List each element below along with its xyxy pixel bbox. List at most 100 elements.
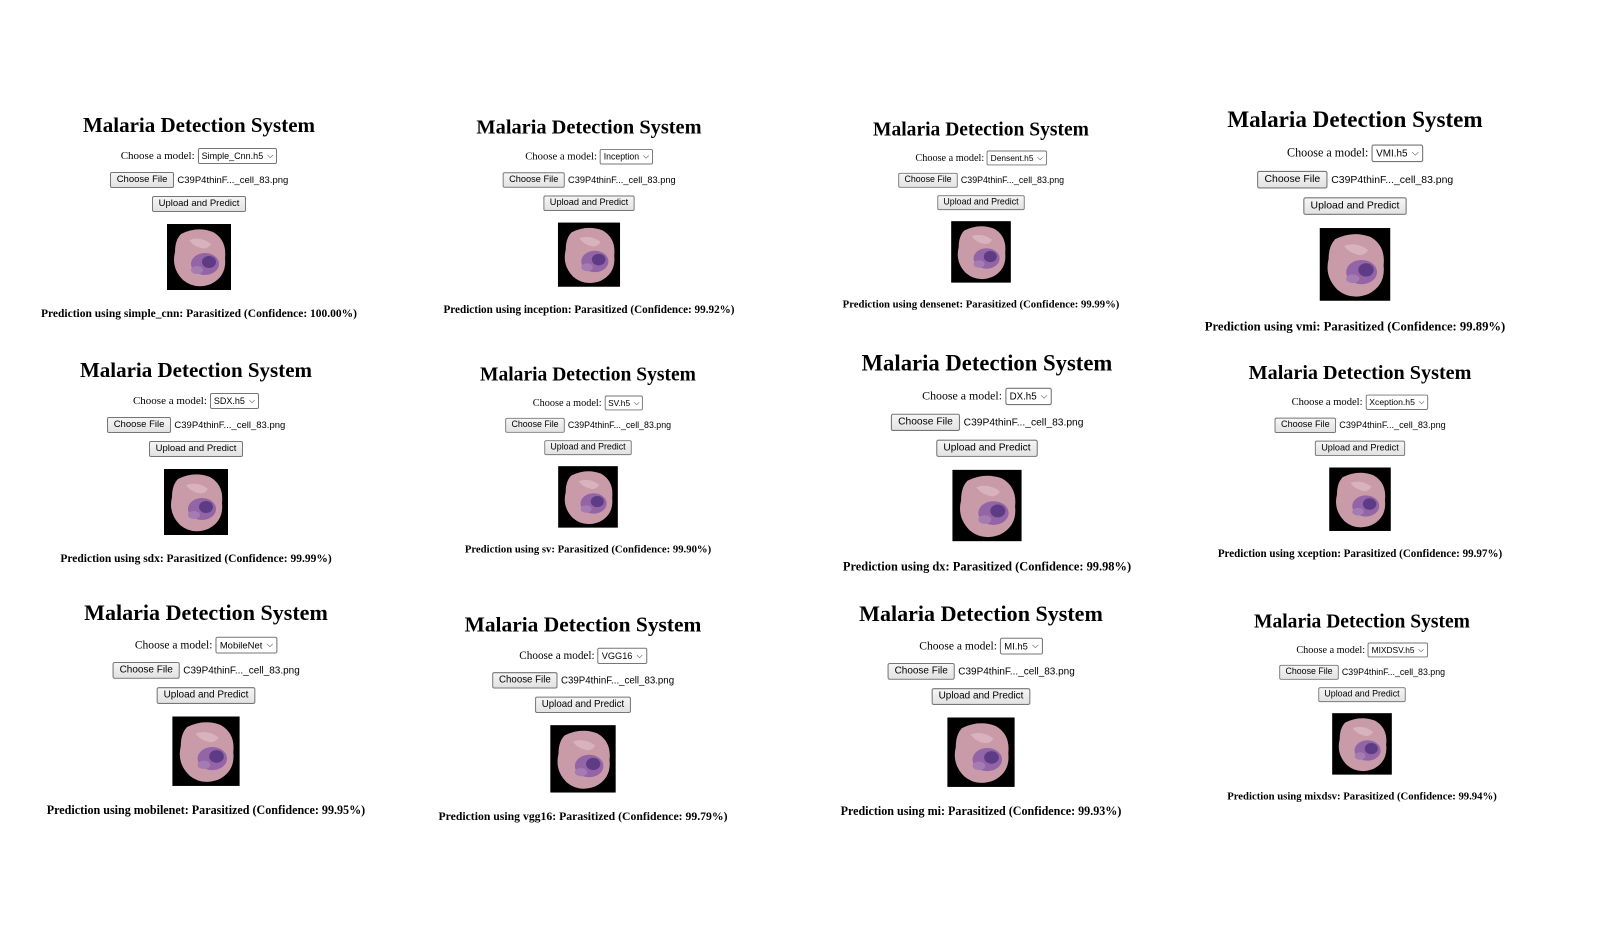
- file-name: C39P4thinF..._cell_83.png: [568, 174, 676, 186]
- model-select-row: Choose a model: SDX.h5 ⌵: [132, 393, 260, 409]
- choose-file-button[interactable]: Choose File: [502, 172, 566, 188]
- prediction-result: Prediction using xception: Parasitized (…: [1217, 548, 1503, 560]
- model-label: Choose a model:: [919, 639, 997, 653]
- page-title: Malaria Detection System: [873, 118, 1089, 141]
- model-label: Choose a model:: [1296, 644, 1366, 656]
- model-select-row: Choose a model: VMI.h5 ⌵: [1287, 144, 1423, 163]
- cell-image: [1329, 467, 1391, 531]
- malaria-app-panel: Malaria Detection System Choose a model:…: [0, 113, 399, 320]
- file-input-row: Choose File C39P4thinF..._cell_83.png: [890, 413, 1083, 431]
- prediction-result: Prediction using simple_cnn: Parasitized…: [40, 308, 358, 320]
- model-select[interactable]: Simple_Cnn.h5 ⌵: [197, 148, 278, 164]
- upload-and-predict-button[interactable]: Upload and Predict: [543, 440, 633, 456]
- file-name: C39P4thinF..._cell_83.png: [560, 674, 675, 686]
- upload-and-predict-button[interactable]: Upload and Predict: [1302, 197, 1408, 215]
- model-label: Choose a model:: [922, 389, 1003, 403]
- prediction-result: Prediction using mixdsv: Parasitized (Co…: [1227, 791, 1497, 803]
- upload-and-predict-button[interactable]: Upload and Predict: [935, 439, 1039, 457]
- file-input-row: Choose File C39P4thinF..._cell_83.png: [887, 662, 1075, 680]
- page-title: Malaria Detection System: [480, 363, 696, 386]
- cell-image: [1319, 228, 1391, 301]
- cell-image: [172, 716, 240, 786]
- upload-and-predict-button[interactable]: Upload and Predict: [936, 195, 1026, 211]
- upload-row: Upload and Predict: [543, 195, 635, 212]
- model-label: Choose a model:: [132, 395, 207, 407]
- prediction-result: Prediction using sv: Parasitized (Confid…: [464, 544, 712, 556]
- model-select[interactable]: SV.h5 ⌵: [604, 395, 644, 411]
- page-title: Malaria Detection System: [84, 600, 328, 626]
- file-name: C39P4thinF..._cell_83.png: [1339, 420, 1446, 431]
- file-name: C39P4thinF..._cell_83.png: [183, 664, 300, 677]
- upload-and-predict-button[interactable]: Upload and Predict: [156, 687, 256, 704]
- prediction-result: Prediction using densenet: Parasitized (…: [842, 299, 1120, 311]
- model-select[interactable]: MobileNet ⌵: [215, 636, 278, 654]
- model-label: Choose a model:: [532, 397, 602, 409]
- upload-row: Upload and Predict: [1314, 440, 1406, 457]
- model-label: Choose a model:: [1291, 396, 1363, 409]
- chevron-down-icon: ⌵: [1418, 645, 1424, 654]
- cell-image: [951, 221, 1011, 283]
- malaria-app-panel: Malaria Detection System Choose a model:…: [395, 115, 783, 316]
- file-input-row: Choose File C39P4thinF..._cell_83.png: [106, 417, 285, 433]
- choose-file-button[interactable]: Choose File: [491, 672, 558, 689]
- choose-file-button[interactable]: Choose File: [1274, 417, 1337, 433]
- malaria-app-panel: Malaria Detection System Choose a model:…: [1176, 610, 1548, 803]
- choose-file-button[interactable]: Choose File: [109, 172, 175, 188]
- upload-and-predict-button[interactable]: Upload and Predict: [1317, 687, 1407, 703]
- choose-file-button[interactable]: Choose File: [1278, 664, 1340, 680]
- choose-file-button[interactable]: Choose File: [1256, 170, 1328, 189]
- file-name: C39P4thinF..._cell_83.png: [958, 665, 1075, 678]
- upload-and-predict-button[interactable]: Upload and Predict: [148, 441, 244, 457]
- model-select-row: Choose a model: Xception.h5 ⌵: [1291, 394, 1429, 410]
- page-title: Malaria Detection System: [476, 115, 702, 139]
- upload-and-predict-button[interactable]: Upload and Predict: [534, 696, 632, 713]
- upload-row: Upload and Predict: [1317, 687, 1407, 703]
- model-select[interactable]: Densent.h5 ⌵: [986, 150, 1047, 166]
- model-label: Choose a model:: [525, 150, 597, 163]
- model-select-value: MobileNet: [219, 639, 263, 651]
- model-select-row: Choose a model: Densent.h5 ⌵: [915, 150, 1047, 166]
- model-select-value: DX.h5: [1009, 391, 1037, 402]
- choose-file-button[interactable]: Choose File: [112, 661, 181, 679]
- malaria-app-panel: Malaria Detection System Choose a model:…: [1168, 361, 1552, 560]
- upload-row: Upload and Predict: [936, 195, 1026, 211]
- prediction-result: Prediction using sdx: Parasitized (Confi…: [60, 553, 332, 565]
- page-title: Malaria Detection System: [79, 358, 313, 382]
- choose-file-button[interactable]: Choose File: [887, 662, 956, 680]
- upload-and-predict-button[interactable]: Upload and Predict: [151, 196, 247, 212]
- model-select[interactable]: MIXDSV.h5 ⌵: [1367, 642, 1428, 658]
- upload-row: Upload and Predict: [931, 688, 1031, 705]
- choose-file-button[interactable]: Choose File: [106, 417, 172, 433]
- file-input-row: Choose File C39P4thinF..._cell_83.png: [897, 172, 1064, 188]
- model-select[interactable]: VMI.h5 ⌵: [1371, 144, 1423, 163]
- upload-and-predict-button[interactable]: Upload and Predict: [931, 688, 1031, 705]
- cell-image: [167, 224, 231, 290]
- upload-and-predict-button[interactable]: Upload and Predict: [1314, 440, 1406, 457]
- chevron-down-icon: ⌵: [1411, 147, 1419, 158]
- chevron-down-icon: ⌵: [633, 398, 640, 407]
- cell-image: [947, 717, 1015, 787]
- chevron-down-icon: ⌵: [266, 639, 273, 650]
- malaria-app-panel: Malaria Detection System Choose a model:…: [379, 612, 787, 823]
- file-name: C39P4thinF..._cell_83.png: [177, 174, 289, 186]
- model-select-row: Choose a model: Simple_Cnn.h5 ⌵: [121, 148, 278, 164]
- cell-image: [550, 725, 616, 793]
- model-select[interactable]: Xception.h5 ⌵: [1365, 394, 1429, 410]
- choose-file-button[interactable]: Choose File: [504, 417, 566, 433]
- model-select-row: Choose a model: Inception ⌵: [525, 148, 653, 165]
- model-select-value: Densent.h5: [990, 153, 1034, 163]
- choose-file-button[interactable]: Choose File: [890, 413, 961, 431]
- file-input-row: Choose File C39P4thinF..._cell_83.png: [1274, 417, 1446, 433]
- model-label: Choose a model:: [915, 152, 985, 164]
- model-select[interactable]: VGG16 ⌵: [597, 647, 647, 665]
- page-title: Malaria Detection System: [464, 612, 702, 637]
- cell-image: [952, 469, 1022, 542]
- malaria-app-panel: Malaria Detection System Choose a model:…: [402, 363, 774, 556]
- model-select[interactable]: Inception ⌵: [599, 148, 653, 165]
- choose-file-button[interactable]: Choose File: [897, 172, 959, 188]
- model-select[interactable]: DX.h5 ⌵: [1005, 387, 1052, 406]
- upload-and-predict-button[interactable]: Upload and Predict: [543, 195, 635, 212]
- model-select[interactable]: MI.h5 ⌵: [1000, 637, 1043, 655]
- malaria-app-panel: Malaria Detection System Choose a model:…: [771, 601, 1191, 818]
- model-select[interactable]: SDX.h5 ⌵: [209, 393, 260, 409]
